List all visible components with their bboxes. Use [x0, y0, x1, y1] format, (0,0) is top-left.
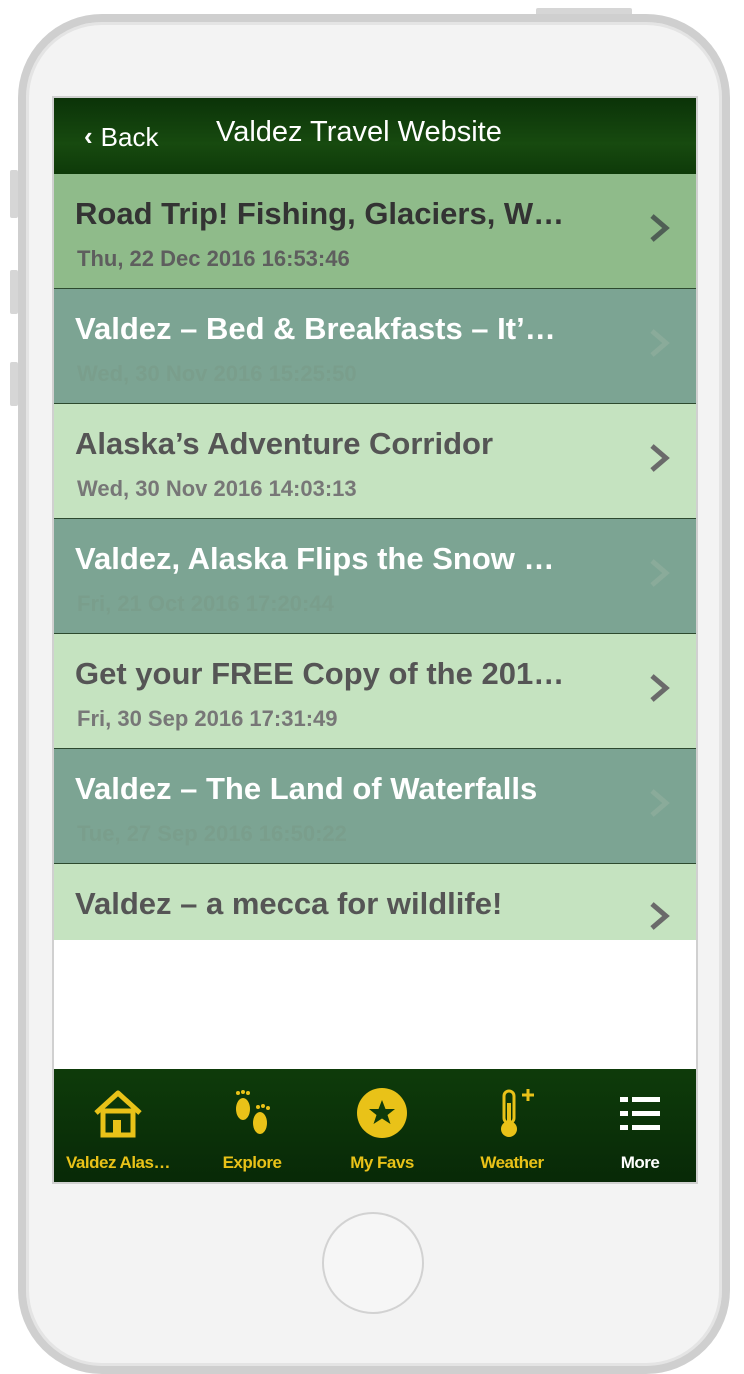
- tab-weather[interactable]: Weather: [448, 1069, 576, 1182]
- post-title: Valdez – The Land of Waterfalls: [75, 771, 538, 806]
- post-date: Fri, 21 Oct 2016 17:20:44: [77, 591, 334, 616]
- post-list: Road Trip! Fishing, Glaciers, W… Thu, 22…: [54, 174, 696, 940]
- list-item[interactable]: Alaska’s Adventure Corridor Wed, 30 Nov …: [54, 404, 696, 519]
- post-title: Road Trip! Fishing, Glaciers, W…: [75, 196, 565, 231]
- star-icon: [357, 1088, 407, 1138]
- post-date: Wed, 30 Nov 2016 14:03:13: [77, 476, 357, 501]
- tab-label: Valdez Alas…: [66, 1153, 170, 1172]
- post-date: Thu, 22 Dec 2016 16:53:46: [77, 246, 350, 271]
- volume-up-button: [10, 270, 18, 314]
- chevron-right-icon: [650, 559, 670, 587]
- volume-down-button: [10, 362, 18, 406]
- tab-bar: Valdez Alas… Explore My Favs Weather Mor…: [54, 1069, 696, 1182]
- post-title: Alaska’s Adventure Corridor: [75, 426, 494, 461]
- post-date: Wed, 30 Nov 2016 15:25:50: [77, 361, 357, 386]
- chevron-right-icon: [650, 902, 670, 930]
- nav-header: ‹ Back Valdez Travel Website: [54, 98, 696, 174]
- thermometer-icon: [501, 1089, 534, 1137]
- tab-label: My Favs: [350, 1153, 414, 1172]
- chevron-right-icon: [650, 214, 670, 242]
- post-date: Fri, 30 Sep 2016 17:31:49: [77, 706, 338, 731]
- chevron-right-icon: [650, 329, 670, 357]
- app-screen: ‹ Back Valdez Travel Website Road Trip! …: [54, 98, 696, 1182]
- house-icon: [94, 1090, 142, 1138]
- home-button[interactable]: [322, 1212, 424, 1314]
- post-date: Tue, 27 Sep 2016 16:50:22: [77, 821, 347, 846]
- tab-my-favs[interactable]: My Favs: [318, 1069, 446, 1182]
- tab-explore[interactable]: Explore: [188, 1069, 316, 1182]
- chevron-right-icon: [650, 789, 670, 817]
- list-item[interactable]: Get your FREE Copy of the 201… Fri, 30 S…: [54, 634, 696, 749]
- list-item[interactable]: Valdez – Bed & Breakfasts – It’… Wed, 30…: [54, 289, 696, 404]
- tab-label: More: [620, 1153, 660, 1172]
- list-item[interactable]: Valdez – The Land of Waterfalls Tue, 27 …: [54, 749, 696, 864]
- tab-home[interactable]: Valdez Alas…: [54, 1069, 182, 1182]
- page-title: Valdez Travel Website: [216, 116, 502, 148]
- chevron-left-icon: ‹: [84, 121, 93, 151]
- post-title: Valdez – Bed & Breakfasts – It’…: [75, 311, 556, 346]
- footprints-icon: [236, 1090, 270, 1134]
- tab-more[interactable]: More: [584, 1069, 696, 1182]
- list-item[interactable]: Road Trip! Fishing, Glaciers, W… Thu, 22…: [54, 174, 696, 289]
- post-title: Get your FREE Copy of the 201…: [75, 656, 565, 691]
- tab-label: Weather: [480, 1153, 544, 1172]
- mute-switch: [10, 170, 18, 218]
- back-label: Back: [100, 122, 159, 152]
- back-button[interactable]: ‹ Back: [84, 121, 159, 153]
- tab-label: Explore: [222, 1153, 282, 1172]
- chevron-right-icon: [650, 674, 670, 702]
- list-icon: [620, 1097, 660, 1130]
- list-item[interactable]: Valdez – a mecca for wildlife!: [54, 864, 696, 940]
- list-item[interactable]: Valdez, Alaska Flips the Snow … Fri, 21 …: [54, 519, 696, 634]
- chevron-right-icon: [650, 444, 670, 472]
- post-title: Valdez, Alaska Flips the Snow …: [75, 541, 555, 576]
- post-title: Valdez – a mecca for wildlife!: [75, 886, 503, 921]
